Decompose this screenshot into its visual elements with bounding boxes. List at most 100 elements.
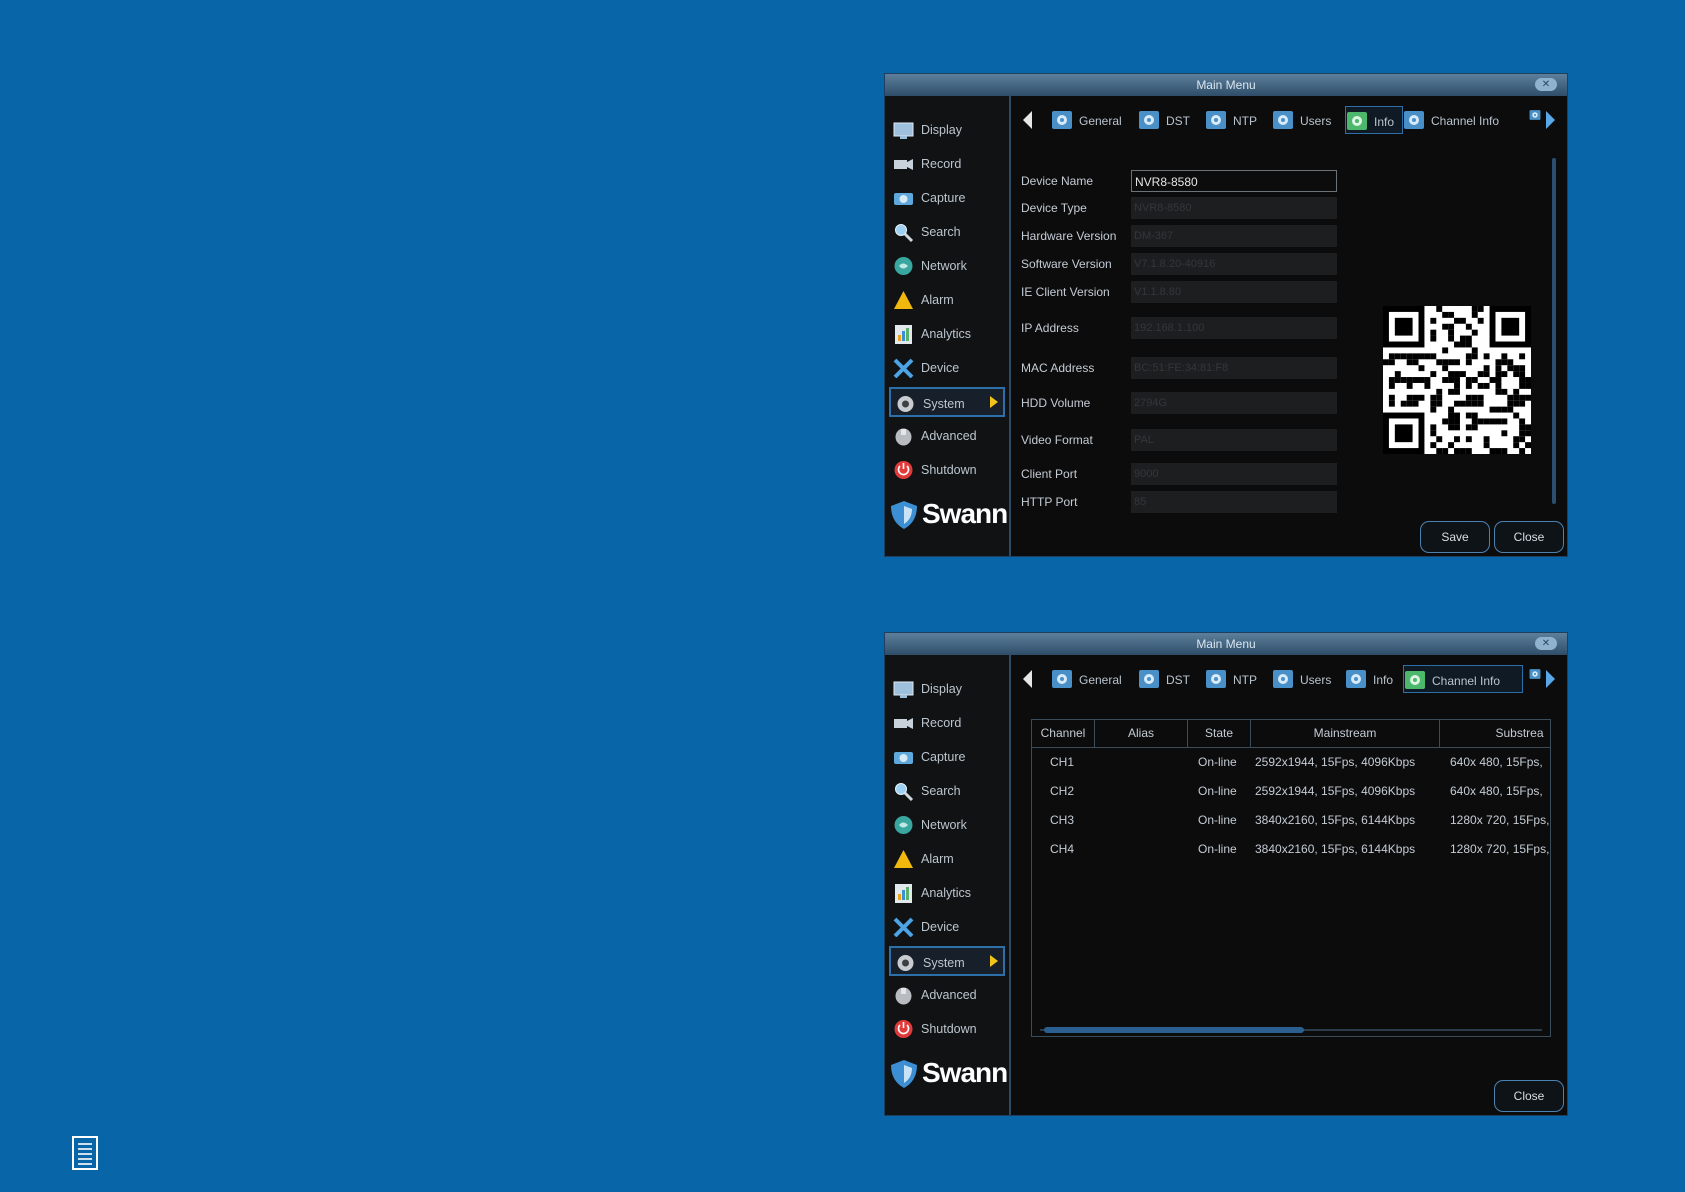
sidebar-item-label: System [923, 956, 965, 970]
tab-ntp[interactable]: NTP [1205, 665, 1268, 693]
sidebar-item-capture[interactable]: Capture [889, 742, 1005, 772]
column-header-channel[interactable]: Channel [1032, 720, 1095, 747]
display-icon [893, 122, 914, 139]
tab-users[interactable]: Users [1272, 665, 1342, 693]
column-header-mainstream[interactable]: Mainstream [1251, 720, 1440, 747]
table-row[interactable]: CH1 On-line 2592x1944, 15Fps, 4096Kbps 640x… [1032, 750, 1550, 774]
sidebar-item-system[interactable]: System [889, 387, 1005, 417]
sidebar-item-analytics[interactable]: Analytics [889, 878, 1005, 908]
tab-scroll-left-icon[interactable] [1023, 111, 1032, 129]
sidebar-item-label: Capture [921, 191, 966, 205]
cell-state: On-line [1198, 813, 1237, 827]
sidebar-item-label: Record [921, 716, 962, 730]
sidebar-item-display[interactable]: Display [889, 115, 1005, 145]
tab-label: Channel Info [1431, 114, 1500, 128]
tab-label: Users [1300, 114, 1332, 128]
window-title: Main Menu [1196, 637, 1256, 651]
column-header-substrea[interactable]: Substrea [1440, 720, 1550, 747]
sidebar-item-label: Analytics [921, 327, 972, 341]
field-value-client-port: 9000 [1131, 463, 1337, 485]
sidebar-item-shutdown[interactable]: Shutdown [889, 455, 1005, 485]
cell-channel: CH3 [1050, 813, 1075, 827]
sidebar-item-network[interactable]: Network [889, 251, 1005, 281]
field-label-ie-client-version: IE Client Version [1021, 285, 1110, 299]
tab-partial-icon [1529, 110, 1541, 120]
sidebar-item-label: Device [921, 361, 960, 375]
sidebar-item-shutdown[interactable]: Shutdown [889, 1014, 1005, 1044]
table-header: Channel Alias State Mainstream Substrea [1032, 720, 1550, 748]
cell-channel: CH1 [1050, 755, 1075, 769]
cell-substrea: 1280x 720, 15Fps, [1450, 842, 1550, 856]
sidebar-item-search[interactable]: Search [889, 776, 1005, 806]
sidebar-item-record[interactable]: Record [889, 149, 1005, 179]
sidebar-item-label: Advanced [921, 429, 977, 443]
sidebar-item-device[interactable]: Device [889, 912, 1005, 942]
field-value-software-version: V7.1.8.20-40916 [1131, 253, 1337, 275]
column-header-alias[interactable]: Alias [1095, 720, 1188, 747]
tab-general[interactable]: General [1051, 106, 1133, 134]
tab-settings-icon [1052, 670, 1072, 688]
tab-channel-info[interactable]: Channel Info [1403, 665, 1523, 693]
sidebar-item-device[interactable]: Device [889, 353, 1005, 383]
table-row[interactable]: CH3 On-line 3840x2160, 15Fps, 6144Kbps 1280… [1032, 808, 1550, 832]
record-icon [894, 718, 913, 729]
device-icon [893, 358, 914, 378]
tab-bar: General DST NTP Users Info Channel Info [1011, 665, 1567, 695]
tab-scroll-left-icon[interactable] [1023, 670, 1032, 688]
field-value-device-name[interactable]: NVR8-8580 [1131, 170, 1337, 192]
tab-dst[interactable]: DST [1138, 106, 1201, 134]
search-icon [895, 224, 914, 242]
sidebar-item-alarm[interactable]: Alarm [889, 285, 1005, 315]
sidebar-item-advanced[interactable]: Advanced [889, 421, 1005, 451]
tab-scroll-right-icon[interactable] [1546, 111, 1555, 129]
sidebar-item-advanced[interactable]: Advanced [889, 980, 1005, 1010]
tab-settings-icon [1052, 111, 1072, 129]
field-value-hardware-version: DM-367 [1131, 225, 1337, 247]
tab-info[interactable]: Info [1345, 106, 1403, 134]
close-icon[interactable]: ✕ [1535, 637, 1557, 650]
sidebar-item-search[interactable]: Search [889, 217, 1005, 247]
save-button[interactable]: Save [1420, 521, 1490, 553]
sidebar-item-label: Record [921, 157, 962, 171]
shutdown-icon [894, 1020, 913, 1038]
table-row[interactable]: CH2 On-line 2592x1944, 15Fps, 4096Kbps 640x… [1032, 779, 1550, 803]
sidebar-item-system[interactable]: System [889, 946, 1005, 976]
tab-channel-info[interactable]: Channel Info [1403, 106, 1523, 134]
main-menu-window-channel-info: Main Menu ✕ Display Record Capture Search Ne… [884, 632, 1568, 1116]
tab-ntp[interactable]: NTP [1205, 106, 1268, 134]
sidebar-item-analytics[interactable]: Analytics [889, 319, 1005, 349]
sidebar-item-label: Search [921, 784, 961, 798]
tab-label: Channel Info [1432, 674, 1501, 688]
cell-mainstream: 3840x2160, 15Fps, 6144Kbps [1255, 813, 1416, 827]
close-button[interactable]: Close [1494, 1080, 1564, 1112]
sidebar-item-capture[interactable]: Capture [889, 183, 1005, 213]
tab-users[interactable]: Users [1272, 106, 1342, 134]
tab-scroll-right-icon[interactable] [1546, 670, 1555, 688]
sidebar-item-label: System [923, 397, 965, 411]
document-icon[interactable] [72, 1136, 98, 1170]
sidebar-item-label: Alarm [921, 852, 954, 866]
tab-dst[interactable]: DST [1138, 665, 1201, 693]
vertical-scrollbar[interactable] [1552, 158, 1556, 504]
search-icon [895, 783, 914, 801]
display-icon [893, 681, 914, 698]
table-row[interactable]: CH4 On-line 3840x2160, 15Fps, 6144Kbps 1280… [1032, 837, 1550, 861]
cell-channel: CH4 [1050, 842, 1075, 856]
column-header-state[interactable]: State [1188, 720, 1251, 747]
tab-settings-icon [1273, 670, 1293, 688]
tab-general[interactable]: General [1051, 665, 1133, 693]
sidebar-item-alarm[interactable]: Alarm [889, 844, 1005, 874]
record-icon [894, 159, 913, 170]
sidebar-item-display[interactable]: Display [889, 674, 1005, 704]
qr-code [1383, 306, 1531, 454]
close-button[interactable]: Close [1494, 521, 1564, 553]
tab-info[interactable]: Info [1345, 665, 1403, 693]
sidebar-item-record[interactable]: Record [889, 708, 1005, 738]
sidebar-item-network[interactable]: Network [889, 810, 1005, 840]
horizontal-scrollbar[interactable] [1044, 1027, 1304, 1033]
close-icon[interactable]: ✕ [1535, 78, 1557, 91]
system-gear-icon [897, 955, 914, 971]
cell-mainstream: 2592x1944, 15Fps, 4096Kbps [1255, 755, 1416, 769]
field-label-client-port: Client Port [1021, 467, 1078, 481]
channel-info-table: Channel Alias State Mainstream Substrea CH1 O… [1031, 719, 1551, 1037]
